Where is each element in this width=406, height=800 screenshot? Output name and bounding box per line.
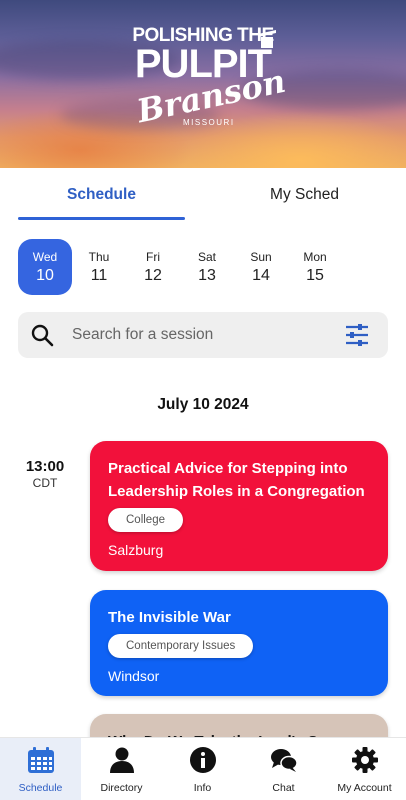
nav-label: Chat xyxy=(272,782,295,794)
pulpit-icon xyxy=(258,30,276,48)
day-number: 11 xyxy=(90,267,108,284)
session-card[interactable]: Practical Advice for Stepping into Leade… xyxy=(90,441,388,571)
day-name: Fri xyxy=(146,250,160,264)
day-number: 13 xyxy=(198,267,216,284)
nav-chat[interactable]: Chat xyxy=(243,738,324,800)
nav-info[interactable]: Info xyxy=(162,738,243,800)
time-zone: CDT xyxy=(32,476,58,490)
info-icon xyxy=(190,747,216,773)
day-wed[interactable]: Wed 10 xyxy=(18,239,72,295)
nav-schedule[interactable]: Schedule xyxy=(0,738,81,800)
session-card[interactable]: The Invisible War Contemporary Issues Wi… xyxy=(90,590,388,696)
day-fri[interactable]: Fri 12 xyxy=(126,239,180,295)
chat-icon xyxy=(271,749,298,772)
day-mon[interactable]: Mon 15 xyxy=(288,239,342,295)
event-logo: POLISHING THE PULPIT Branson MISSOURI xyxy=(128,26,288,146)
search-icon xyxy=(31,324,54,347)
day-number: 12 xyxy=(144,267,162,284)
day-number: 10 xyxy=(36,267,54,284)
day-name: Thu xyxy=(88,250,110,264)
header-banner: POLISHING THE PULPIT Branson MISSOURI xyxy=(0,0,406,168)
session-location: Windsor xyxy=(108,668,160,684)
tab-my-sched[interactable]: My Sched xyxy=(203,186,406,204)
day-thu[interactable]: Thu 11 xyxy=(72,239,126,295)
person-icon xyxy=(110,747,134,773)
day-number: 15 xyxy=(306,267,324,284)
day-sat[interactable]: Sat 13 xyxy=(180,239,234,295)
time-value: 13:00 xyxy=(25,458,65,475)
active-tab-indicator xyxy=(18,217,185,220)
search-placeholder[interactable]: Search for a session xyxy=(72,326,213,344)
gear-icon xyxy=(352,747,378,773)
day-selector: Wed 10 Thu 11 Fri 12 Sat 13 Sun 14 Mon 1… xyxy=(18,239,388,295)
session-search-bar[interactable]: Search for a session xyxy=(18,312,388,358)
session-track-tag: College xyxy=(108,508,183,532)
day-name: Wed xyxy=(32,250,58,264)
nav-directory[interactable]: Directory xyxy=(81,738,162,800)
calendar-icon xyxy=(28,747,54,773)
logo-line4: MISSOURI xyxy=(183,118,235,127)
day-sun[interactable]: Sun 14 xyxy=(234,239,288,295)
day-number: 14 xyxy=(252,267,270,284)
day-name: Sun xyxy=(250,250,272,264)
nav-label: Info xyxy=(193,782,212,794)
nav-label: My Account xyxy=(337,782,392,794)
date-heading: July 10 2024 xyxy=(157,396,249,413)
session-title: The Invisible War xyxy=(108,609,231,626)
session-title: Practical Advice for Stepping into Leade… xyxy=(108,460,365,500)
schedule-tabs: Schedule My Sched xyxy=(0,168,406,224)
nav-label: Directory xyxy=(100,782,143,794)
nav-my-account[interactable]: My Account xyxy=(324,738,405,800)
day-name: Mon xyxy=(303,250,327,264)
session-track-tag: Contemporary Issues xyxy=(108,634,254,658)
tab-schedule[interactable]: Schedule xyxy=(0,186,203,204)
filter-sliders-icon[interactable] xyxy=(344,323,370,347)
session-location: Salzburg xyxy=(108,542,164,558)
time-slot: 13:00 CDT xyxy=(20,458,70,490)
bottom-navigation: Schedule Directory Info Chat My Account xyxy=(0,737,406,800)
day-name: Sat xyxy=(197,250,216,264)
nav-label: Schedule xyxy=(18,782,63,794)
